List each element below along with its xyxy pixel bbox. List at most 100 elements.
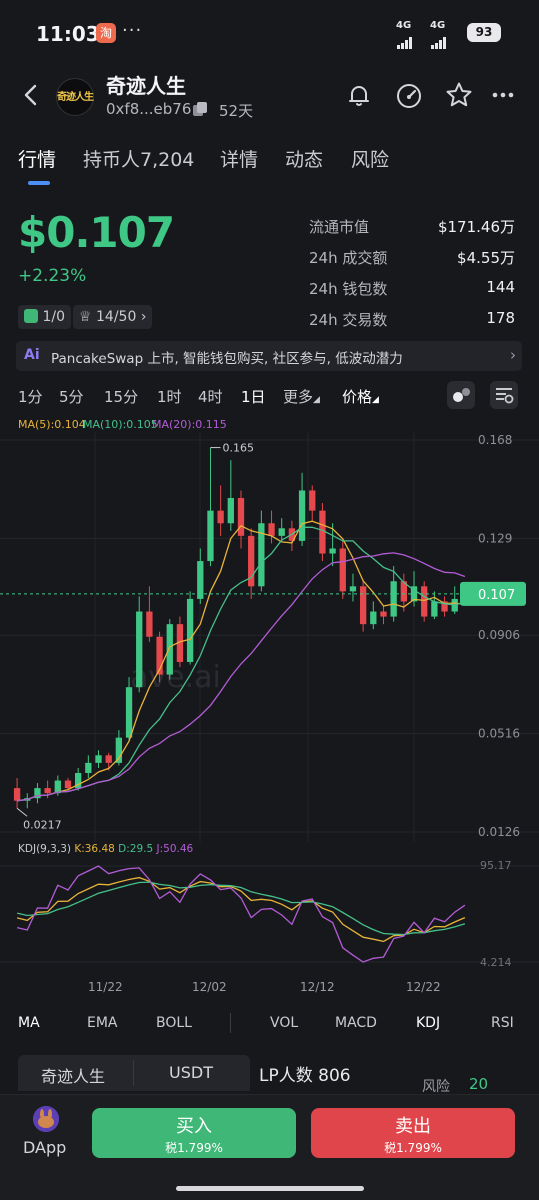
candle xyxy=(278,528,285,536)
y-tick-label: 0.0516 xyxy=(478,727,520,741)
candle xyxy=(186,598,194,662)
crown-icon: ♕ xyxy=(79,309,92,325)
stat-label-trades: 24h 交易数 xyxy=(309,311,388,329)
ai-summary-text: PancakeSwap 上市, 智能钱包购买, 社区参与, 低波动潜力 xyxy=(51,351,403,367)
interval-more[interactable]: 更多◢ xyxy=(283,386,320,407)
x-tick-label: 12/12 xyxy=(300,980,335,994)
tab-risk[interactable]: 风险 xyxy=(351,145,389,172)
ma20-legend: MA(20):0.115 xyxy=(152,418,227,431)
indicator-kdj[interactable]: KDJ xyxy=(416,1015,440,1031)
candle xyxy=(309,490,316,511)
home-indicator[interactable] xyxy=(176,1186,364,1191)
copy-icon[interactable] xyxy=(192,101,208,117)
star-icon[interactable] xyxy=(444,80,474,110)
stat-value-wallets: 144 xyxy=(486,278,515,296)
pair-quote-label[interactable]: USDT xyxy=(169,1063,213,1082)
status-time: 11:03 xyxy=(36,22,100,46)
stat-value-volume: $4.55万 xyxy=(457,249,515,267)
candle xyxy=(431,601,438,617)
contract-address[interactable]: 0xf8...eb76 xyxy=(106,100,191,118)
kdj-chart[interactable]: 95.17 4.214 xyxy=(0,850,539,980)
sell-label: 卖出 xyxy=(395,1116,431,1137)
candle xyxy=(359,586,367,625)
tab-holders[interactable]: 持币人7,204 xyxy=(83,145,194,172)
dropdown-icon: ◢ xyxy=(313,395,320,405)
chevron-right-icon: › xyxy=(140,309,147,325)
money-bag-icon xyxy=(24,309,38,323)
candle xyxy=(136,611,143,688)
tab-activity[interactable]: 动态 xyxy=(285,145,323,172)
tab-details[interactable]: 详情 xyxy=(220,145,258,172)
more-menu-icon[interactable] xyxy=(490,80,520,110)
candle xyxy=(380,611,387,617)
candle xyxy=(329,548,336,554)
token-name: 奇迹人生 xyxy=(106,74,186,98)
interval-15m[interactable]: 15分 xyxy=(104,386,138,407)
candle xyxy=(390,581,397,617)
interval-4h[interactable]: 4时 xyxy=(198,386,223,407)
bell-icon[interactable] xyxy=(344,80,374,110)
token-avatar: 奇迹人生 xyxy=(56,78,94,116)
money-bag-value: 1/0 xyxy=(42,309,65,325)
gauge-icon[interactable] xyxy=(394,80,424,110)
indicator-macd[interactable]: MACD xyxy=(335,1015,377,1031)
kdj-tick-bottom: 4.214 xyxy=(480,956,512,969)
interval-1m[interactable]: 1分 xyxy=(18,386,43,407)
stat-value-trades: 178 xyxy=(486,309,515,327)
sell-button[interactable]: 卖出 税1.799% xyxy=(311,1108,515,1158)
indicator-vol[interactable]: VOL xyxy=(270,1015,298,1031)
tab-market[interactable]: 行情 xyxy=(18,145,56,172)
candle xyxy=(370,611,377,625)
ma5-legend: MA(5):0.104 xyxy=(18,418,86,431)
candle xyxy=(85,762,92,773)
risk-score[interactable]: 20 xyxy=(469,1075,488,1093)
risk-label: 风险 xyxy=(422,1079,450,1095)
price-change: +2.23% xyxy=(18,266,87,286)
kdj-j-line xyxy=(16,865,466,963)
price-mode-label: 价格 xyxy=(342,388,373,406)
interval-more-label: 更多 xyxy=(283,388,314,406)
interval-1h[interactable]: 1时 xyxy=(157,386,182,407)
taobao-app-icon: 淘 xyxy=(96,23,116,43)
candle xyxy=(421,586,428,617)
crown-value: 14/50 xyxy=(96,309,137,325)
signal-bars-icon xyxy=(431,30,447,49)
stat-label-market-cap: 流通市值 xyxy=(309,218,370,236)
dropdown-icon: ◢ xyxy=(372,395,379,405)
y-tick-label: 0.168 xyxy=(478,433,512,447)
buy-tax: 税1.799% xyxy=(165,1141,223,1155)
high-label: 0.165 xyxy=(222,442,254,455)
candle xyxy=(166,624,173,675)
buy-button[interactable]: 买入 税1.799% xyxy=(92,1108,296,1158)
stat-label-wallets: 24h 钱包数 xyxy=(309,280,388,298)
lp-holder-count: LP人数 806 xyxy=(259,1066,351,1086)
pair-token-label[interactable]: 奇迹人生 xyxy=(41,1063,105,1087)
money-bag-chip[interactable]: 1/0 xyxy=(18,305,71,329)
interval-5m[interactable]: 5分 xyxy=(59,386,84,407)
ai-summary-banner[interactable]: Ai PancakeSwap 上市, 智能钱包购买, 社区参与, 低波动潜力 › xyxy=(16,341,522,371)
stat-value-market-cap: $171.46万 xyxy=(437,218,515,236)
indicator-settings-icon[interactable] xyxy=(447,381,475,409)
dapp-label[interactable]: DApp xyxy=(23,1138,66,1157)
crown-chip[interactable]: ♕ 14/50 › xyxy=(73,305,153,329)
candle xyxy=(146,611,153,637)
candlestick-chart[interactable]: ave.ai 0.168 0.129 0.0906 0.0516 0.0126 0.107… xyxy=(0,432,539,842)
indicator-ema[interactable]: EMA xyxy=(87,1015,118,1031)
kdj-tick-top: 95.17 xyxy=(480,859,512,872)
candle xyxy=(349,586,357,592)
indicator-ma[interactable]: MA xyxy=(18,1015,40,1031)
indicator-boll[interactable]: BOLL xyxy=(156,1015,192,1031)
candle xyxy=(217,510,224,524)
interval-1d[interactable]: 1日 xyxy=(241,386,266,407)
more-notifications-icon: ··· xyxy=(122,20,143,41)
pancakeswap-bunny-icon[interactable] xyxy=(33,1106,59,1132)
price-mode-select[interactable]: 价格◢ xyxy=(342,386,379,407)
back-arrow-icon[interactable] xyxy=(18,80,46,110)
y-tick-label: 0.129 xyxy=(478,531,512,545)
x-tick-label: 11/22 xyxy=(88,980,123,994)
candle xyxy=(237,498,245,536)
chart-settings-icon[interactable] xyxy=(490,381,518,409)
indicator-rsi[interactable]: RSI xyxy=(491,1015,514,1031)
pair-divider xyxy=(133,1060,134,1086)
status-bar: 11:03 淘 ··· 4G 4G 93 xyxy=(0,0,539,62)
